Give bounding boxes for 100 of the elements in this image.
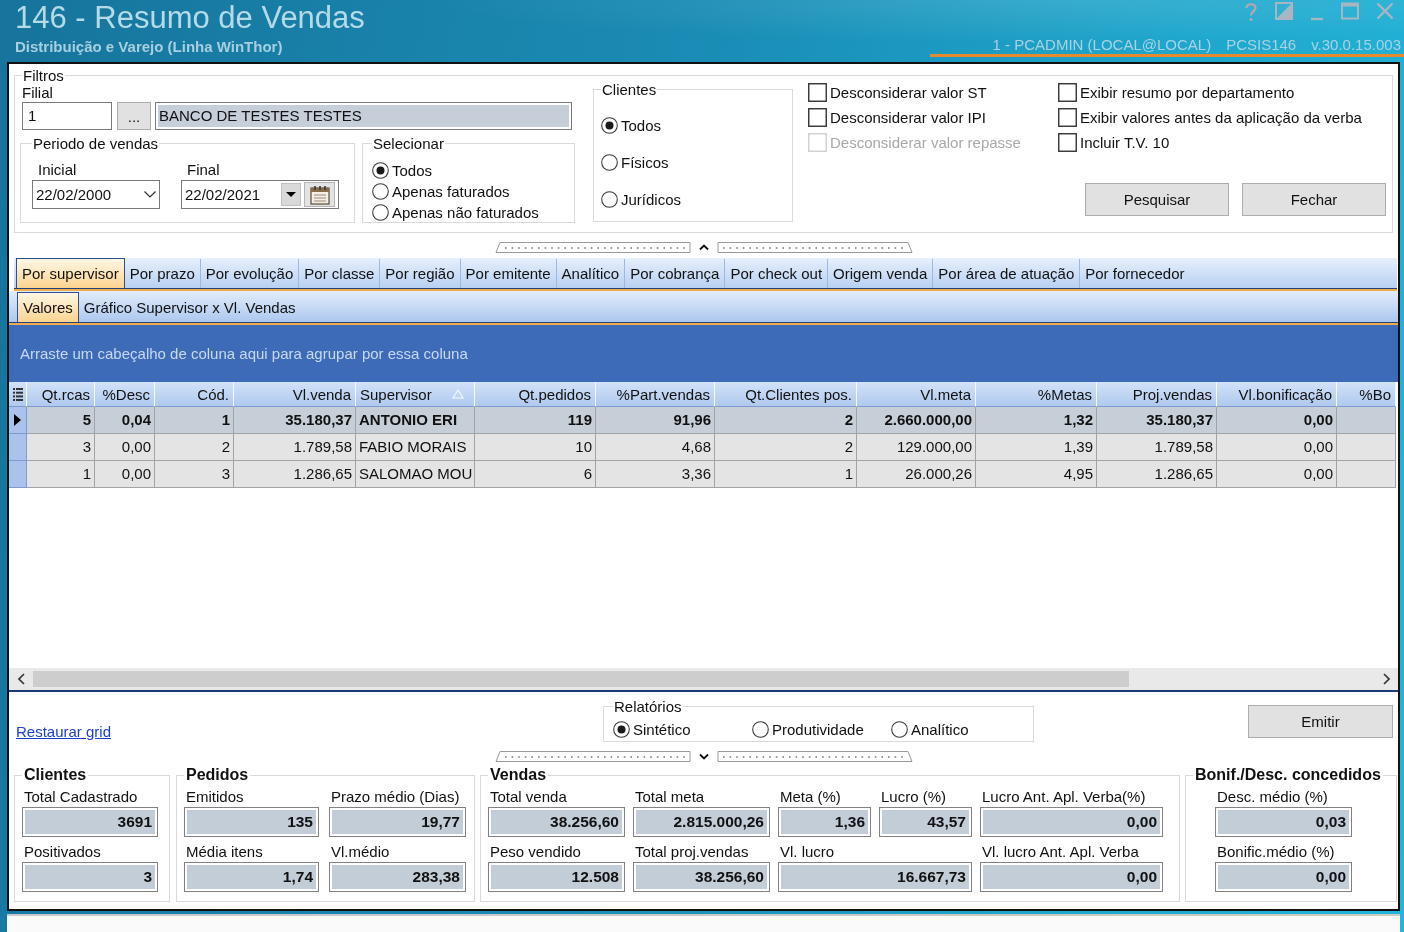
table-cell: 1 [27,461,95,488]
column-header[interactable]: %Bo [1337,382,1396,407]
value-field: 0,00 [1215,862,1352,892]
tab[interactable]: Por classe [298,259,380,288]
checkbox-option[interactable]: Exibir resumo por departamento [1058,83,1386,102]
half-filled-square-icon[interactable] [1275,2,1293,20]
radio-option[interactable]: Apenas faturados [372,181,510,202]
table-cell: 3 [155,461,234,488]
calendar-button[interactable] [304,182,335,207]
tab[interactable]: Por check out [724,259,828,288]
column-header[interactable]: Supervisor [356,382,475,407]
input-field[interactable]: 1 [22,102,112,130]
table-cell [1337,407,1396,434]
radio-option[interactable]: Analítico [891,721,1030,738]
checkbox-option[interactable]: Exibir valores antes da aplicação da verba [1058,108,1386,127]
radio-option[interactable]: Todos [372,160,433,181]
value-field: 43,57 [879,807,972,837]
checkbox-option[interactable]: Desconsiderar valor ST [808,83,1058,102]
value-field: 0,00 [980,807,1163,837]
value-field: 0,03 [1215,807,1352,837]
lookup-button[interactable]: ... [117,102,151,130]
radio-option[interactable]: Sintético [613,721,752,738]
table-cell: 1.789,58 [234,434,356,461]
column-header[interactable]: %Part.vendas [596,382,715,407]
row-indicator[interactable] [9,407,27,434]
tab[interactable]: Por região [379,259,460,288]
table-cell: 1.286,65 [234,461,356,488]
group-title: Bonif./Desc. concedidos [1194,766,1382,784]
column-header[interactable]: Vl.venda [234,382,356,407]
dropdown-button[interactable] [281,183,301,206]
help-icon[interactable] [1244,2,1258,22]
checkbox-option[interactable]: Desconsiderar valor IPI [808,108,1058,127]
maximize-icon[interactable] [1341,2,1359,20]
tab[interactable]: Por supervisor [16,258,125,288]
table-cell: 1 [715,461,857,488]
tab[interactable]: Por área de atuação [932,259,1080,288]
window-subtitle: Distribuição e Varejo (Linha WinThor) [15,38,284,56]
column-header[interactable]: Qt.rcas [27,382,95,407]
column-chooser-button[interactable] [9,382,27,407]
field-label: Peso vendido [490,843,582,860]
table-cell: 129.000,00 [857,434,976,461]
chevron-left-icon[interactable] [17,673,25,685]
horizontal-scrollbar[interactable] [9,668,1398,690]
tab[interactable]: Analítico [555,259,625,288]
value-field: 3 [22,862,158,892]
splitter-handle[interactable] [494,241,913,253]
splitter-handle[interactable] [494,750,913,762]
tab[interactable]: Por evolução [199,259,299,288]
radio-option[interactable]: Físicos [601,154,669,171]
tab[interactable]: Por cobrança [624,259,725,288]
column-header[interactable]: Qt.pedidos [475,382,596,407]
value-field: 1,74 [184,862,319,892]
group-title: Relatórios [613,698,683,715]
table-cell: 1,32 [976,407,1097,434]
tab[interactable]: Gráfico Supervisor x Vl. Vendas [78,293,301,322]
tab[interactable]: Por prazo [124,259,200,288]
action-button[interactable]: Pesquisar [1085,183,1229,216]
group-title: Vendas [489,766,548,784]
table-cell: 26.000,26 [857,461,976,488]
column-header[interactable]: Proj.vendas [1097,382,1217,407]
table-cell: 1,39 [976,434,1097,461]
close-icon[interactable] [1376,2,1394,20]
field-label: Positivados [24,843,102,860]
date-field[interactable]: 22/02/2000 [32,180,160,209]
column-header[interactable]: Cód. [155,382,234,407]
table-cell: 91,96 [596,407,715,434]
column-header[interactable]: Qt.Clientes pos. [715,382,857,407]
radio-option[interactable]: Jurídicos [601,191,682,208]
column-header[interactable]: Vl.meta [857,382,976,407]
version-number: v.30.0.15.003 [1311,36,1401,53]
group-by-hint: Arraste um cabeçalho de coluna aqui para agrupar por essa coluna [20,345,468,362]
tab[interactable]: Origem venda [827,259,933,288]
tab[interactable]: Por emitente [459,259,556,288]
scrollbar-thumb[interactable] [33,671,1129,687]
window-title: 146 - Resumo de Vendas [15,1,365,35]
group-title: Filtros [22,67,65,84]
group-title: Clientes [23,766,88,784]
chevron-right-icon[interactable] [1382,673,1390,685]
checkbox-option[interactable]: Incluir T.V. 10 [1058,133,1386,152]
group-by-panel[interactable]: Arraste um cabeçalho de coluna aqui para agrupar por essa coluna [9,325,1398,382]
column-header[interactable]: %Metas [976,382,1097,407]
value-field: 19,77 [329,807,466,837]
value-field: 38.256,60 [488,807,625,837]
field-label: Total proj.vendas [635,843,750,860]
column-header[interactable]: %Desc [95,382,155,407]
tab[interactable]: Por fornecedor [1079,259,1190,288]
column-header[interactable]: Vl.bonificação [1217,382,1337,407]
radio-option[interactable]: Todos [601,117,662,134]
name-field: BANCO DE TESTES TESTES [155,102,572,130]
date-field[interactable]: 22/02/2021 [181,180,339,209]
table-cell: 0,04 [95,407,155,434]
table-cell: 1 [155,407,234,434]
action-button[interactable]: Fechar [1242,183,1386,216]
table-cell: 35.180,37 [234,407,356,434]
value-field: 2.815.000,26 [633,807,770,837]
tab[interactable]: Valores [17,292,79,322]
radio-option[interactable]: Produtividade [752,721,891,738]
restore-grid-link[interactable]: Restaurar grid [16,723,112,740]
radio-option[interactable]: Apenas não faturados [372,202,539,223]
emit-button[interactable]: Emitir [1248,705,1393,738]
